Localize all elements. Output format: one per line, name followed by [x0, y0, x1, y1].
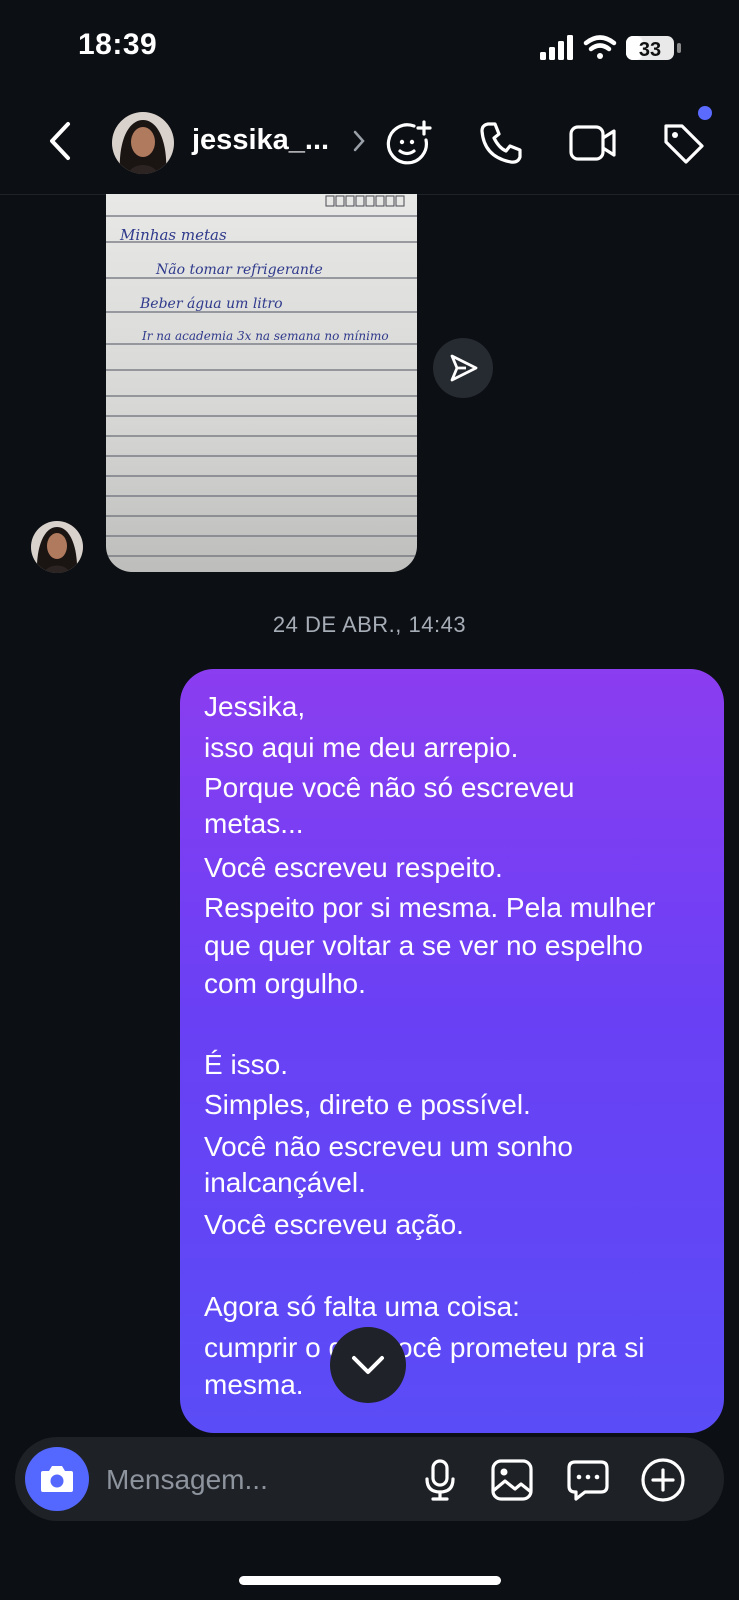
contact-avatar[interactable]	[112, 112, 174, 174]
sticker-chat-icon[interactable]	[565, 1457, 611, 1508]
message-line: metas...	[204, 808, 304, 839]
message-line: Agora só falta uma coisa:	[204, 1291, 520, 1322]
message-line: isso aqui me deu arrepio.	[204, 732, 519, 763]
chevron-down-icon	[352, 1356, 384, 1374]
profile-chevron-icon[interactable]	[352, 128, 366, 159]
contact-name[interactable]: jessika_...	[192, 124, 329, 157]
back-chevron-icon[interactable]	[44, 120, 76, 162]
note-line-3: Beber água um litro	[139, 296, 283, 312]
microphone-icon[interactable]	[422, 1458, 458, 1507]
note-line-1: Minhas metas	[119, 226, 227, 244]
plus-circle-icon[interactable]	[639, 1456, 687, 1509]
photo-message[interactable]: Minhas metas Não tomar refrigerante Bebe…	[106, 194, 417, 572]
battery-percent: 33	[639, 39, 661, 61]
camera-button[interactable]	[25, 1447, 89, 1511]
message-line: Você escreveu respeito.	[204, 852, 503, 883]
send-icon	[450, 354, 478, 382]
message-timestamp: 24 DE ABR., 14:43	[272, 612, 467, 637]
message-line: mesma.	[204, 1369, 304, 1400]
share-button[interactable]	[433, 338, 493, 398]
status-icons: 33	[538, 30, 690, 66]
wifi-icon	[583, 35, 617, 59]
message-line: Simples, direto e possível.	[204, 1089, 531, 1120]
message-line: cumprir o que você prometeu pra si	[204, 1332, 645, 1363]
message-line: É isso.	[204, 1049, 289, 1080]
message-line: Você não escreveu um sonho	[204, 1131, 573, 1162]
message-line: inalcançável.	[204, 1167, 366, 1198]
note-line-2: Não tomar refrigerante	[155, 262, 323, 278]
scroll-to-bottom-button[interactable]	[330, 1327, 406, 1403]
message-line: Respeito por si mesma. Pela mulher	[204, 892, 656, 923]
cellular-signal-icon	[540, 35, 573, 60]
add-effect-icon[interactable]	[384, 118, 434, 168]
outgoing-message-bubble[interactable]: Jessika, isso aqui me deu arrepio. Porqu…	[180, 669, 724, 1433]
phone-icon[interactable]	[478, 120, 524, 166]
video-camera-icon[interactable]	[568, 122, 618, 164]
gallery-icon[interactable]	[489, 1457, 535, 1508]
status-time: 18:39	[78, 28, 158, 61]
message-line: Você escreveu ação.	[204, 1209, 464, 1240]
message-input[interactable]	[106, 1462, 396, 1498]
home-indicator	[239, 1576, 501, 1585]
message-line: Porque você não só escreveu	[204, 772, 575, 803]
message-line: Jessika,	[204, 691, 306, 722]
battery-icon: 33	[626, 36, 681, 61]
message-line: com orgulho.	[204, 968, 366, 999]
message-line: que quer voltar a se ver no espelho	[204, 930, 643, 961]
camera-icon	[41, 1466, 73, 1492]
note-line-4: Ir na academia 3x na semana no mínimo	[141, 329, 389, 343]
tag-icon[interactable]	[660, 120, 706, 166]
notification-dot	[698, 106, 712, 120]
sender-avatar[interactable]	[31, 521, 83, 573]
